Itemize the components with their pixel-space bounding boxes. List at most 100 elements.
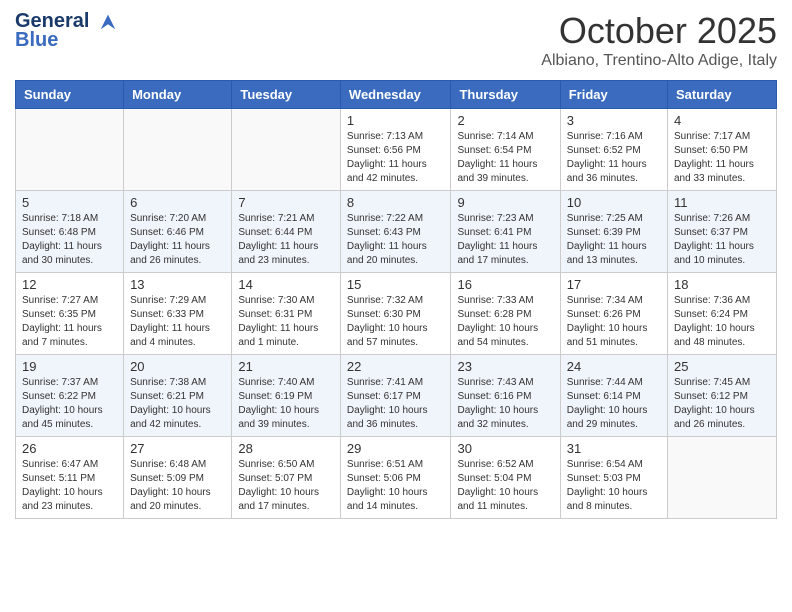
logo: General Blue — [15, 10, 119, 52]
weekday-header-thursday: Thursday — [451, 81, 560, 109]
day-info: Sunrise: 7:17 AM Sunset: 6:50 PM Dayligh… — [674, 130, 770, 186]
day-number: 27 — [130, 441, 225, 456]
day-number: 23 — [457, 359, 553, 374]
day-info: Sunrise: 7:30 AM Sunset: 6:31 PM Dayligh… — [238, 294, 334, 350]
weekday-header-friday: Friday — [560, 81, 667, 109]
day-number: 11 — [674, 195, 770, 210]
calendar-cell: 18 Sunrise: 7:36 AM Sunset: 6:24 PM Dayli… — [668, 273, 777, 355]
calendar-cell: 31 Sunrise: 6:54 AM Sunset: 5:03 PM Dayli… — [560, 437, 667, 519]
day-info: Sunrise: 7:22 AM Sunset: 6:43 PM Dayligh… — [347, 212, 445, 268]
calendar-cell: 14 Sunrise: 7:30 AM Sunset: 6:31 PM Dayli… — [232, 273, 341, 355]
month-title: October 2025 — [541, 10, 777, 52]
calendar-cell: 16 Sunrise: 7:33 AM Sunset: 6:28 PM Dayli… — [451, 273, 560, 355]
day-info: Sunrise: 7:38 AM Sunset: 6:21 PM Dayligh… — [130, 376, 225, 432]
calendar-cell: 6Sunrise: 7:20 AM Sunset: 6:46 PM Daylig… — [124, 191, 232, 273]
day-number: 14 — [238, 277, 334, 292]
day-info: Sunrise: 7:36 AM Sunset: 6:24 PM Dayligh… — [674, 294, 770, 350]
calendar-table: SundayMondayTuesdayWednesdayThursdayFrid… — [15, 80, 777, 519]
calendar-cell: 13 Sunrise: 7:29 AM Sunset: 6:33 PM Dayli… — [124, 273, 232, 355]
day-info: Sunrise: 6:48 AM Sunset: 5:09 PM Dayligh… — [130, 458, 225, 514]
weekday-header-monday: Monday — [124, 81, 232, 109]
day-info: Sunrise: 7:25 AM Sunset: 6:39 PM Dayligh… — [567, 212, 661, 268]
day-number: 28 — [238, 441, 334, 456]
calendar-cell: 2Sunrise: 7:14 AM Sunset: 6:54 PM Daylig… — [451, 109, 560, 191]
day-info: Sunrise: 7:45 AM Sunset: 6:12 PM Dayligh… — [674, 376, 770, 432]
calendar-cell: 21Sunrise: 7:40 AM Sunset: 6:19 PM Dayli… — [232, 355, 341, 437]
day-number: 12 — [22, 277, 117, 292]
calendar-cell: 20 Sunrise: 7:38 AM Sunset: 6:21 PM Dayli… — [124, 355, 232, 437]
calendar-week-row: 1 Sunrise: 7:13 AM Sunset: 6:56 PM Daylig… — [16, 109, 777, 191]
day-info: Sunrise: 7:13 AM Sunset: 6:56 PM Dayligh… — [347, 130, 445, 186]
calendar-cell: 30 Sunrise: 6:52 AM Sunset: 5:04 PM Dayli… — [451, 437, 560, 519]
weekday-header-row: SundayMondayTuesdayWednesdayThursdayFrid… — [16, 81, 777, 109]
day-info: Sunrise: 7:21 AM Sunset: 6:44 PM Dayligh… — [238, 212, 334, 268]
calendar-cell: 24Sunrise: 7:44 AM Sunset: 6:14 PM Dayli… — [560, 355, 667, 437]
day-number: 3 — [567, 113, 661, 128]
day-number: 17 — [567, 277, 661, 292]
title-block: October 2025 Albiano, Trentino-Alto Adig… — [541, 10, 777, 70]
day-number: 10 — [567, 195, 661, 210]
weekday-header-sunday: Sunday — [16, 81, 124, 109]
day-info: Sunrise: 6:51 AM Sunset: 5:06 PM Dayligh… — [347, 458, 445, 514]
calendar-cell — [16, 109, 124, 191]
calendar-week-row: 5Sunrise: 7:18 AM Sunset: 6:48 PM Daylig… — [16, 191, 777, 273]
calendar-cell: 19 Sunrise: 7:37 AM Sunset: 6:22 PM Dayli… — [16, 355, 124, 437]
calendar-cell: 7 Sunrise: 7:21 AM Sunset: 6:44 PM Daylig… — [232, 191, 341, 273]
calendar-cell: 26Sunrise: 6:47 AM Sunset: 5:11 PM Dayli… — [16, 437, 124, 519]
day-number: 5 — [22, 195, 117, 210]
logo-arrow-icon — [97, 11, 119, 33]
calendar-cell: 4 Sunrise: 7:17 AM Sunset: 6:50 PM Daylig… — [668, 109, 777, 191]
calendar-cell: 17 Sunrise: 7:34 AM Sunset: 6:26 PM Dayli… — [560, 273, 667, 355]
calendar-cell: 1 Sunrise: 7:13 AM Sunset: 6:56 PM Daylig… — [340, 109, 451, 191]
calendar-cell: 10 Sunrise: 7:25 AM Sunset: 6:39 PM Dayli… — [560, 191, 667, 273]
day-info: Sunrise: 7:33 AM Sunset: 6:28 PM Dayligh… — [457, 294, 553, 350]
day-number: 8 — [347, 195, 445, 210]
day-info: Sunrise: 7:23 AM Sunset: 6:41 PM Dayligh… — [457, 212, 553, 268]
day-info: Sunrise: 7:14 AM Sunset: 6:54 PM Dayligh… — [457, 130, 553, 186]
day-number: 31 — [567, 441, 661, 456]
calendar-cell: 9Sunrise: 7:23 AM Sunset: 6:41 PM Daylig… — [451, 191, 560, 273]
day-number: 16 — [457, 277, 553, 292]
day-number: 21 — [238, 359, 334, 374]
day-info: Sunrise: 7:16 AM Sunset: 6:52 PM Dayligh… — [567, 130, 661, 186]
day-info: Sunrise: 7:34 AM Sunset: 6:26 PM Dayligh… — [567, 294, 661, 350]
weekday-header-saturday: Saturday — [668, 81, 777, 109]
weekday-header-tuesday: Tuesday — [232, 81, 341, 109]
day-number: 29 — [347, 441, 445, 456]
day-info: Sunrise: 6:52 AM Sunset: 5:04 PM Dayligh… — [457, 458, 553, 514]
day-number: 15 — [347, 277, 445, 292]
day-info: Sunrise: 7:29 AM Sunset: 6:33 PM Dayligh… — [130, 294, 225, 350]
calendar-week-row: 26Sunrise: 6:47 AM Sunset: 5:11 PM Dayli… — [16, 437, 777, 519]
location: Albiano, Trentino-Alto Adige, Italy — [541, 52, 777, 70]
calendar-cell — [232, 109, 341, 191]
day-info: Sunrise: 7:41 AM Sunset: 6:17 PM Dayligh… — [347, 376, 445, 432]
calendar-cell: 15 Sunrise: 7:32 AM Sunset: 6:30 PM Dayli… — [340, 273, 451, 355]
calendar-cell: 5Sunrise: 7:18 AM Sunset: 6:48 PM Daylig… — [16, 191, 124, 273]
calendar-week-row: 19 Sunrise: 7:37 AM Sunset: 6:22 PM Dayli… — [16, 355, 777, 437]
day-number: 18 — [674, 277, 770, 292]
calendar-cell — [124, 109, 232, 191]
day-info: Sunrise: 7:37 AM Sunset: 6:22 PM Dayligh… — [22, 376, 117, 432]
calendar-cell: 29 Sunrise: 6:51 AM Sunset: 5:06 PM Dayli… — [340, 437, 451, 519]
day-number: 30 — [457, 441, 553, 456]
day-info: Sunrise: 7:32 AM Sunset: 6:30 PM Dayligh… — [347, 294, 445, 350]
day-number: 7 — [238, 195, 334, 210]
calendar-cell: 25 Sunrise: 7:45 AM Sunset: 6:12 PM Dayli… — [668, 355, 777, 437]
calendar-cell: 27 Sunrise: 6:48 AM Sunset: 5:09 PM Dayli… — [124, 437, 232, 519]
calendar-cell: 11Sunrise: 7:26 AM Sunset: 6:37 PM Dayli… — [668, 191, 777, 273]
page: General Blue October 2025 Albiano, Trent… — [0, 0, 792, 612]
day-number: 13 — [130, 277, 225, 292]
calendar-cell: 22Sunrise: 7:41 AM Sunset: 6:17 PM Dayli… — [340, 355, 451, 437]
calendar-cell: 3 Sunrise: 7:16 AM Sunset: 6:52 PM Daylig… — [560, 109, 667, 191]
day-info: Sunrise: 7:43 AM Sunset: 6:16 PM Dayligh… — [457, 376, 553, 432]
day-number: 6 — [130, 195, 225, 210]
day-number: 19 — [22, 359, 117, 374]
day-number: 1 — [347, 113, 445, 128]
weekday-header-wednesday: Wednesday — [340, 81, 451, 109]
day-number: 25 — [674, 359, 770, 374]
day-number: 20 — [130, 359, 225, 374]
day-number: 4 — [674, 113, 770, 128]
calendar-cell — [668, 437, 777, 519]
day-info: Sunrise: 6:54 AM Sunset: 5:03 PM Dayligh… — [567, 458, 661, 514]
day-info: Sunrise: 6:50 AM Sunset: 5:07 PM Dayligh… — [238, 458, 334, 514]
